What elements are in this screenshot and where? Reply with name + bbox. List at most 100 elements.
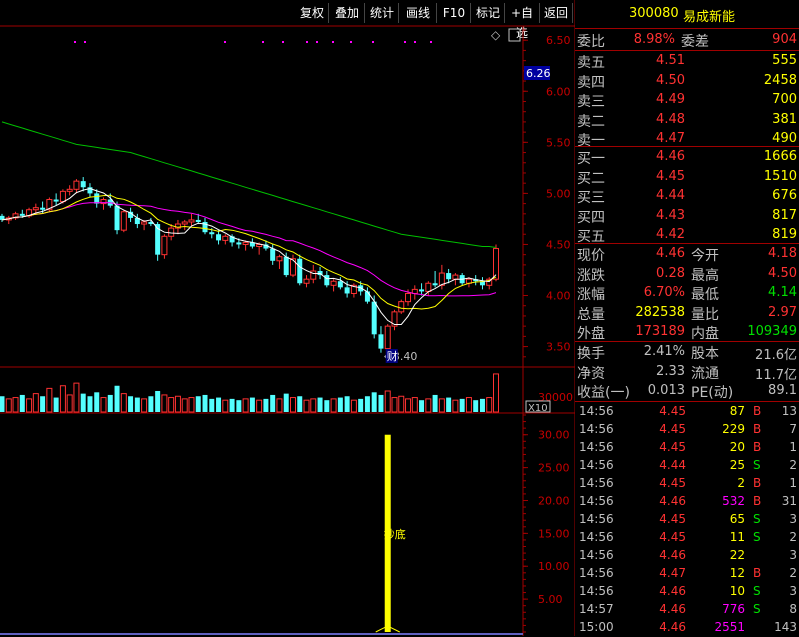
volume-bar bbox=[465, 397, 472, 413]
candle-body bbox=[425, 282, 432, 292]
candle-body bbox=[364, 291, 370, 302]
volume-bar bbox=[486, 397, 493, 413]
signal-dot bbox=[404, 41, 406, 43]
volume-bar bbox=[19, 394, 25, 412]
tick-time: 14:56 bbox=[579, 566, 614, 580]
candle-body bbox=[337, 281, 343, 288]
stat-label: 总量 bbox=[577, 306, 605, 323]
tick-side: B bbox=[753, 494, 762, 508]
volume-bar bbox=[174, 395, 181, 413]
volume-bar bbox=[493, 373, 499, 413]
volume-bar bbox=[303, 399, 310, 413]
tick-price: 4.45 bbox=[659, 476, 686, 490]
tick-price: 4.45 bbox=[659, 440, 686, 454]
fund-value: 2.33 bbox=[656, 363, 685, 379]
ma20-line bbox=[1, 202, 497, 297]
volume-bar bbox=[452, 399, 459, 413]
candle-body bbox=[216, 234, 222, 241]
volume-bar bbox=[188, 397, 195, 413]
candle-body bbox=[40, 207, 46, 210]
signal-dot bbox=[414, 41, 416, 43]
tick-time: 14:56 bbox=[579, 530, 614, 544]
tick-volume: 2 bbox=[737, 476, 745, 490]
stat-label: 涨跌 bbox=[577, 267, 605, 284]
candle-body bbox=[330, 280, 337, 286]
volume-bar bbox=[222, 399, 229, 413]
tick-price: 4.45 bbox=[659, 422, 686, 436]
volume-bar bbox=[459, 398, 465, 412]
bid-price: 4.43 bbox=[656, 207, 685, 223]
bid-price: 4.42 bbox=[656, 227, 685, 242]
volume-bar bbox=[473, 400, 479, 412]
tick-count: 31 bbox=[781, 494, 797, 508]
stat-value: 282538 bbox=[635, 304, 685, 320]
fund-value: 11.7亿 bbox=[755, 367, 797, 383]
fund-label: 收益(一) bbox=[577, 385, 630, 401]
volume-multiplier: X10 bbox=[528, 403, 548, 414]
volume-bar bbox=[120, 393, 127, 413]
volume-bar bbox=[32, 393, 39, 413]
ask-volume: 2458 bbox=[763, 72, 797, 88]
candle-body bbox=[405, 292, 412, 303]
tick-time: 14:56 bbox=[579, 584, 614, 598]
window-toggle-icon bbox=[508, 28, 521, 42]
tick-time: 14:56 bbox=[579, 458, 614, 472]
tick-count: 3 bbox=[789, 512, 797, 526]
volume-bar bbox=[53, 397, 59, 412]
candle-body bbox=[168, 227, 175, 237]
candle-body bbox=[59, 190, 66, 203]
candle-body bbox=[270, 248, 276, 261]
tick-side: B bbox=[753, 566, 762, 580]
volume-bar bbox=[324, 400, 330, 412]
price-axis-label: 4.00 bbox=[546, 290, 571, 303]
weicha-label: 委差 bbox=[681, 34, 709, 50]
candle-body bbox=[344, 287, 350, 294]
volume-bar bbox=[256, 399, 263, 413]
candle-body bbox=[66, 188, 73, 192]
tick-volume: 532 bbox=[722, 494, 745, 508]
tick-volume: 12 bbox=[729, 566, 745, 580]
candle-body bbox=[53, 199, 59, 202]
bid-label: 买三 bbox=[577, 190, 605, 206]
ask-price: 4.48 bbox=[656, 111, 685, 127]
fund-value: 89.1 bbox=[768, 383, 797, 398]
tick-count: 8 bbox=[789, 602, 797, 616]
fund-value: 21.6亿 bbox=[755, 348, 797, 363]
bid-label: 买一 bbox=[577, 151, 605, 167]
volume-bar bbox=[181, 398, 188, 413]
ask-price: 4.47 bbox=[656, 131, 685, 146]
volume-bar bbox=[384, 390, 391, 413]
ask-label: 卖四 bbox=[577, 74, 605, 91]
tick-volume: 10 bbox=[729, 584, 745, 598]
chart-area[interactable]: ◇ 6.506.005.505.004.504.003.506.26←3.40财3… bbox=[0, 0, 575, 636]
volume-bar bbox=[236, 400, 242, 412]
tick-volume: 229 bbox=[722, 422, 745, 436]
tick-count: 2 bbox=[789, 458, 797, 472]
fund-label: 换手 bbox=[577, 346, 605, 362]
stat-label: 涨幅 bbox=[577, 287, 605, 303]
volume-bar bbox=[26, 398, 33, 413]
bid-label: 买二 bbox=[577, 170, 605, 187]
volume-bar bbox=[405, 398, 412, 413]
tick-volume: 11 bbox=[729, 530, 745, 544]
tick-price: 4.46 bbox=[659, 584, 686, 598]
tick-volume: 65 bbox=[729, 512, 745, 526]
tick-count: 13 bbox=[781, 404, 797, 418]
volume-bar bbox=[411, 397, 418, 413]
ma5-line bbox=[1, 187, 497, 325]
bottom-signal-label: 抄底 bbox=[384, 527, 406, 541]
signal-dot bbox=[84, 41, 86, 43]
weibi-value: 8.98% bbox=[633, 32, 675, 47]
stat-value: 173189 bbox=[635, 324, 685, 339]
tick-count: 2 bbox=[789, 530, 797, 544]
volume-bar bbox=[425, 398, 432, 413]
volume-bar bbox=[330, 398, 337, 413]
ask-volume: 490 bbox=[772, 131, 797, 146]
candle-body bbox=[209, 232, 215, 235]
candle-body bbox=[419, 289, 425, 292]
volume-bar bbox=[87, 396, 93, 412]
tick-price: 4.45 bbox=[659, 530, 686, 544]
volume-bar bbox=[94, 392, 100, 412]
price-axis-label: 6.50 bbox=[546, 34, 571, 47]
volume-bar bbox=[59, 385, 66, 413]
